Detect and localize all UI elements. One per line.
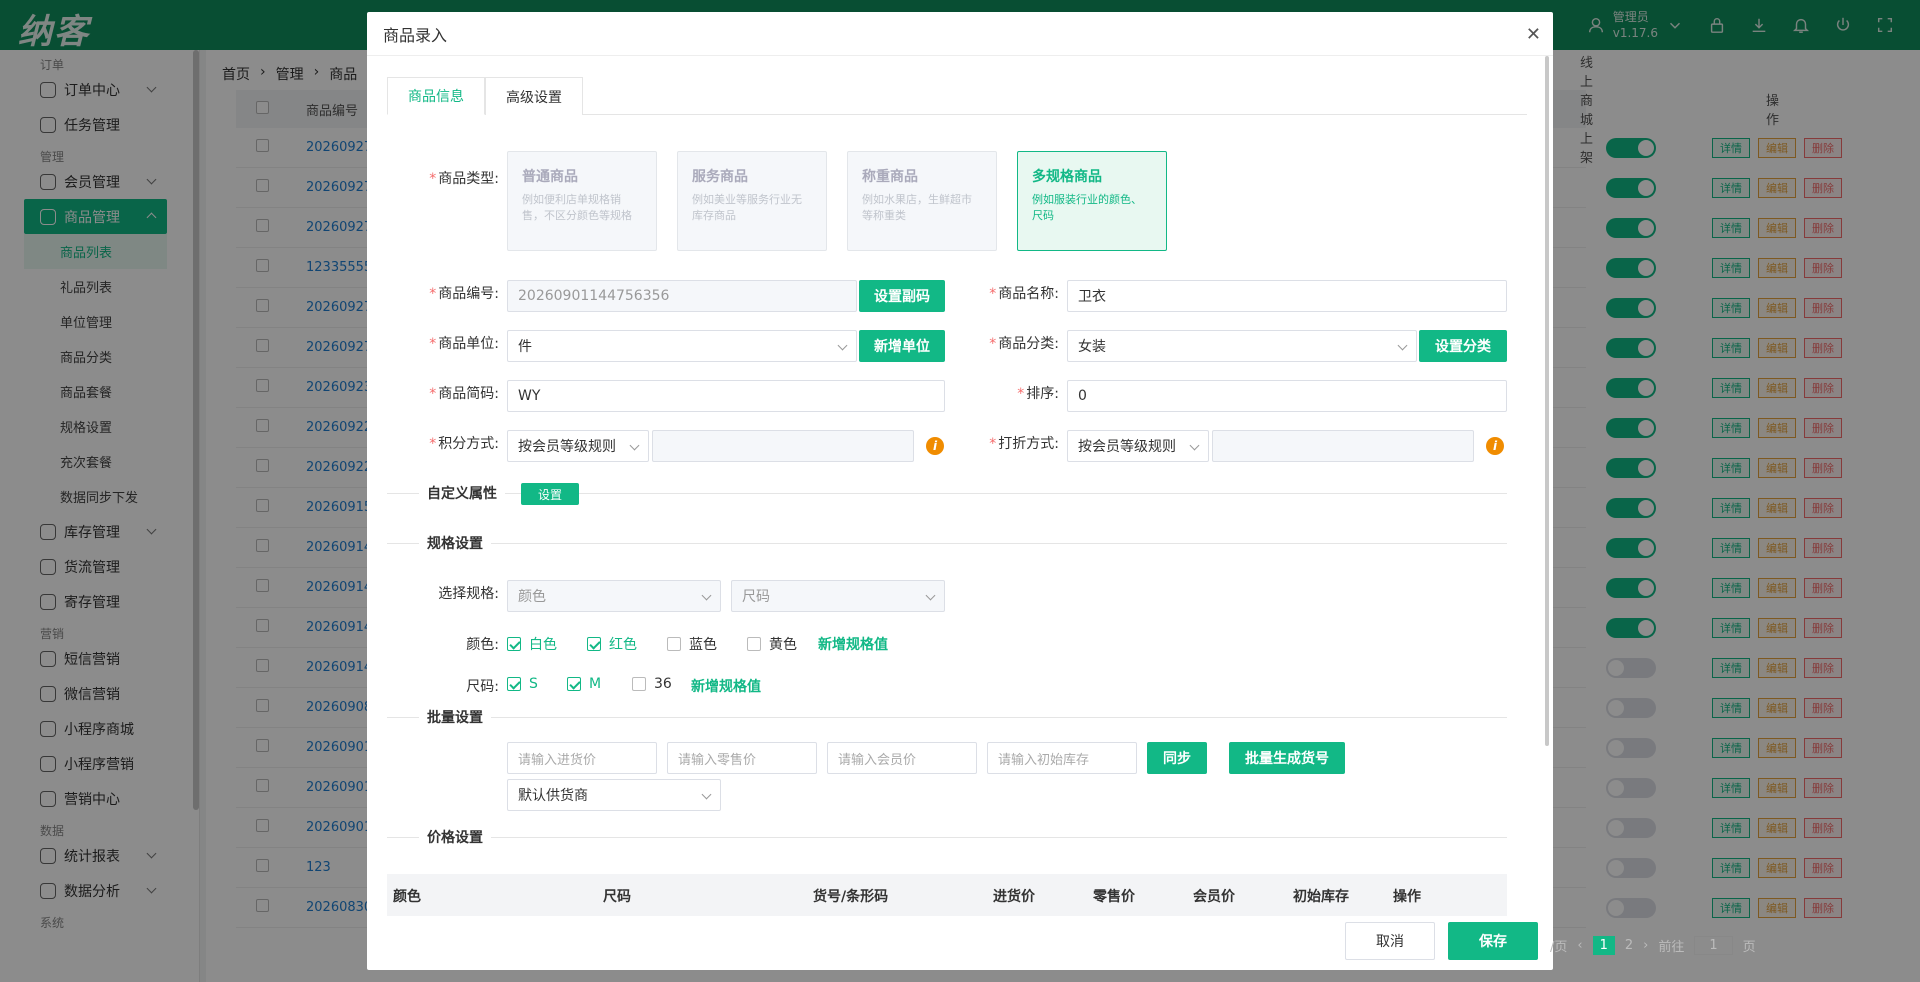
cost-price-input[interactable]: 请输入进货价 (507, 742, 657, 774)
chevron-down-icon (701, 789, 712, 800)
name-input[interactable]: 卫衣 (1067, 280, 1507, 312)
type-card-weigh[interactable]: 称重商品 例如水果店，生鲜超市等称重类 (847, 151, 997, 251)
discount-select[interactable]: 按会员等级规则 (1067, 430, 1209, 462)
batch-generate-code-button[interactable]: 批量生成货号 (1229, 742, 1345, 774)
spec-section-title: 规格设置 (419, 533, 491, 553)
type-card-service[interactable]: 服务商品 例如美业等服务行业无库存商品 (677, 151, 827, 251)
chevron-down-icon (1189, 440, 1200, 451)
add-size-value-link[interactable]: 新增规格值 (691, 676, 761, 696)
divider (387, 837, 1507, 838)
size-checkbox-m[interactable]: M (567, 676, 601, 692)
dialog-footer: 取消 保存 (367, 912, 1553, 970)
dialog-title: 商品录入 (383, 25, 448, 45)
color-checkbox-red[interactable]: 红色 (587, 634, 637, 654)
chevron-down-icon (701, 590, 712, 601)
info-icon[interactable]: i (926, 437, 944, 455)
member-price-input[interactable]: 请输入会员价 (827, 742, 977, 774)
dialog-body: 商品信息 高级设置 * 商品类型: 普通商品 例如便利店单规格销售，不区分颜色等规格… (387, 56, 1527, 916)
col-member: 会员价 (1193, 889, 1235, 905)
category-select[interactable]: 女装 (1067, 330, 1417, 362)
save-button[interactable]: 保存 (1448, 922, 1538, 960)
color-checkbox-white[interactable]: 白色 (507, 634, 557, 654)
sort-input[interactable]: 0 (1067, 380, 1507, 412)
col-barcode: 货号/条形码 (813, 889, 889, 905)
col-cost: 进货价 (993, 889, 1035, 905)
size-checkbox-36[interactable]: 36 (632, 676, 672, 692)
spec1-select[interactable]: 颜色 (507, 580, 721, 612)
pagination: /页 ‹ 1 2 › 前往 1 页 (1550, 936, 1756, 955)
col-retail: 零售价 (1093, 889, 1135, 905)
chevron-down-icon (1397, 340, 1408, 351)
color-checkbox-yellow[interactable]: 黄色 (747, 634, 797, 654)
goods-entry-dialog: 商品录入 ✕ 商品信息 高级设置 * 商品类型: 普通商品 例如便利店单规格销售，不… (367, 12, 1553, 970)
set-sub-code-button[interactable]: 设置副码 (859, 280, 945, 312)
discount-value-input[interactable] (1212, 430, 1474, 462)
goto-label: 前往 (1658, 940, 1685, 955)
spec-select-label: 选择规格: (438, 586, 499, 602)
col-color: 颜色 (393, 889, 421, 905)
price-table-header: 颜色 尺码 货号/条形码 进货价 零售价 会员价 初始库存 操作 (387, 874, 1507, 916)
chevron-down-icon (837, 340, 848, 351)
add-unit-button[interactable]: 新增单位 (859, 330, 945, 362)
prev-page-icon[interactable]: ‹ (1577, 938, 1582, 953)
type-card-normal[interactable]: 普通商品 例如便利店单规格销售，不区分颜色等规格 (507, 151, 657, 251)
dialog-scrollbar[interactable] (1545, 56, 1549, 746)
tab-advanced[interactable]: 高级设置 (485, 77, 583, 115)
batch-section-title: 批量设置 (419, 707, 491, 727)
page-1[interactable]: 1 (1592, 936, 1615, 955)
short-code-label: * 商品简码: (429, 386, 499, 402)
col-size: 尺码 (603, 889, 631, 905)
color-checkbox-blue[interactable]: 蓝色 (667, 634, 717, 654)
divider (387, 717, 1507, 718)
page-unit: 页 (1742, 940, 1756, 955)
set-category-button[interactable]: 设置分类 (1419, 330, 1507, 362)
tab-goods-info[interactable]: 商品信息 (387, 77, 485, 115)
sync-button[interactable]: 同步 (1147, 742, 1207, 774)
code-input[interactable]: 20260901144756356 (507, 280, 857, 312)
price-section-title: 价格设置 (419, 827, 491, 847)
custom-attr-title: 自定义属性 (419, 483, 505, 503)
discount-label: * 打折方式: (989, 436, 1059, 452)
code-label: * 商品编号: (429, 286, 499, 302)
cancel-button[interactable]: 取消 (1345, 922, 1435, 960)
goto-input[interactable]: 1 (1694, 936, 1733, 955)
page-size[interactable]: /页 (1550, 936, 1567, 955)
size-checkbox-s[interactable]: S (507, 676, 538, 692)
spec2-select[interactable]: 尺码 (731, 580, 945, 612)
points-value-input[interactable] (652, 430, 914, 462)
points-select[interactable]: 按会员等级规则 (507, 430, 649, 462)
custom-attr-set-button[interactable]: 设置 (521, 483, 579, 505)
close-icon[interactable]: ✕ (1526, 24, 1541, 45)
chevron-down-icon (925, 590, 936, 601)
col-ops: 操作 (1393, 889, 1421, 905)
chevron-down-icon (629, 440, 640, 451)
unit-select[interactable]: 件 (507, 330, 857, 362)
retail-price-input[interactable]: 请输入零售价 (667, 742, 817, 774)
color-label: 颜色: (466, 637, 499, 653)
initial-stock-input[interactable]: 请输入初始库存 (987, 742, 1137, 774)
size-label: 尺码: (466, 679, 499, 695)
next-page-icon[interactable]: › (1643, 938, 1648, 953)
category-label: * 商品分类: (989, 336, 1059, 352)
unit-label: * 商品单位: (429, 336, 499, 352)
type-label: * 商品类型: (429, 171, 499, 187)
divider (387, 543, 1507, 544)
page-2[interactable]: 2 (1625, 938, 1633, 953)
points-label: * 积分方式: (429, 436, 499, 452)
col-stock: 初始库存 (1293, 889, 1349, 905)
type-card-multi-spec[interactable]: 多规格商品 例如服装行业的颜色、尺码 (1017, 151, 1167, 251)
supplier-select[interactable]: 默认供货商 (507, 779, 721, 811)
info-icon[interactable]: i (1486, 437, 1504, 455)
short-code-input[interactable]: WY (507, 380, 945, 412)
add-color-value-link[interactable]: 新增规格值 (818, 634, 888, 654)
name-label: * 商品名称: (989, 286, 1059, 302)
sort-label: * 排序: (1017, 386, 1059, 402)
